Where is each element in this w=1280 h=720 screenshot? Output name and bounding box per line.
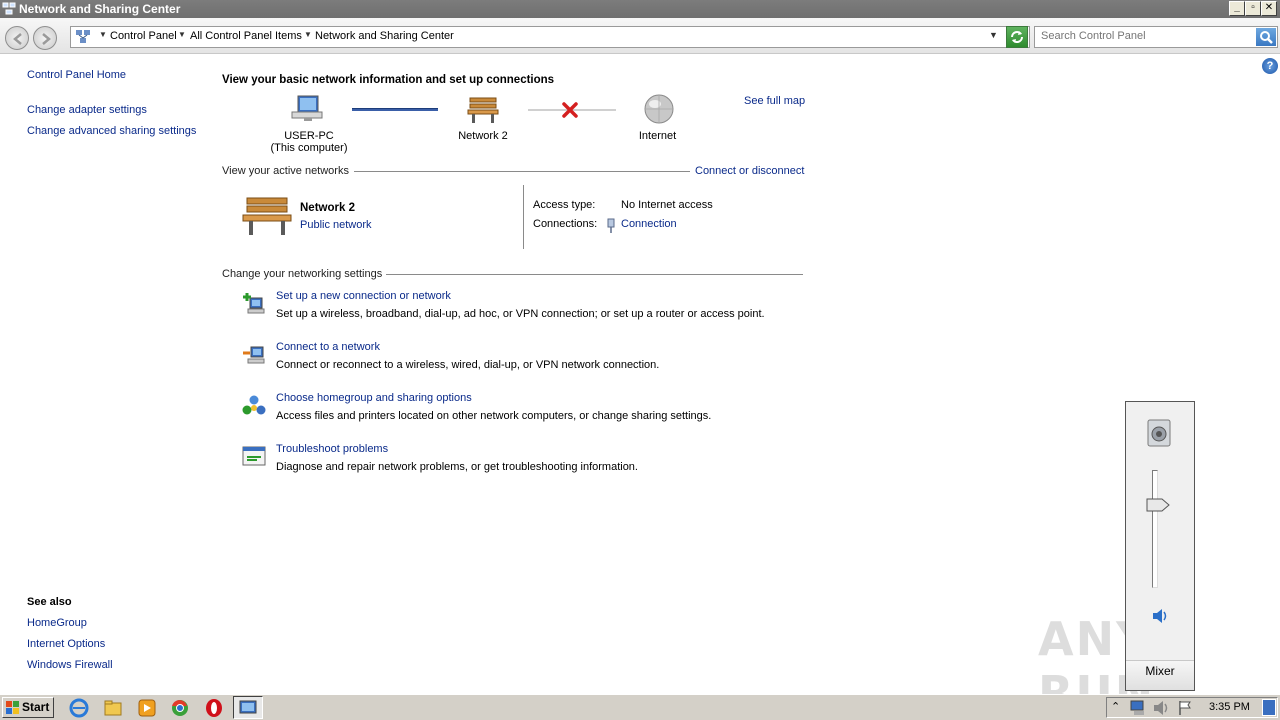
setup-connection-link[interactable]: Set up a new connection or network	[276, 290, 451, 302]
access-type-value: No Internet access	[621, 199, 713, 211]
search-icon	[1260, 31, 1273, 44]
crumb-all-items[interactable]: All Control Panel Items	[190, 30, 302, 42]
chevron-right-icon[interactable]: ▼	[178, 30, 186, 39]
minimize-button[interactable]: _	[1229, 1, 1245, 16]
help-icon[interactable]: ?	[1262, 58, 1278, 74]
address-toolbar: ▼ Control Panel ▼ All Control Panel Item…	[0, 18, 1280, 54]
close-button[interactable]: ✕	[1261, 1, 1277, 16]
taskbar: Start ⌃ 3:35 PM	[0, 694, 1280, 720]
file-explorer-icon[interactable]	[103, 698, 123, 718]
control-panel-icon	[76, 30, 90, 43]
homegroup-link[interactable]: HomeGroup	[27, 617, 87, 629]
networking-settings-heading: Change your networking settings	[222, 268, 383, 280]
restore-button[interactable]: ▫	[1245, 1, 1261, 16]
see-full-map-link[interactable]: See full map	[744, 95, 805, 107]
bench-icon	[242, 197, 292, 235]
chevron-down-icon[interactable]: ▼	[989, 30, 998, 40]
network-center-icon	[2, 2, 16, 15]
chevron-up-icon[interactable]: ⌃	[1111, 700, 1120, 713]
network-tray-icon[interactable]	[1129, 700, 1147, 716]
crumb-control-panel[interactable]: Control Panel	[110, 30, 177, 42]
volume-tray-icon[interactable]	[1153, 700, 1169, 716]
start-label: Start	[22, 700, 50, 714]
show-desktop-button[interactable]	[1262, 699, 1276, 716]
troubleshoot-description: Diagnose and repair network problems, or…	[276, 461, 638, 473]
internet-options-link[interactable]: Internet Options	[27, 638, 105, 650]
volume-popup: Mixer	[1125, 401, 1195, 691]
crumb-network-center[interactable]: Network and Sharing Center	[315, 30, 454, 42]
window-title: Network and Sharing Center	[19, 2, 181, 16]
system-tray: ⌃	[1106, 697, 1278, 718]
chevron-right-icon[interactable]: ▼	[99, 30, 107, 39]
new-connection-icon[interactable]	[242, 292, 266, 316]
disconnected-x-icon	[562, 102, 578, 118]
action-center-flag-icon[interactable]	[1177, 700, 1193, 716]
forward-button[interactable]	[33, 26, 57, 50]
back-arrow-icon	[13, 33, 22, 45]
search-button[interactable]	[1256, 28, 1276, 46]
troubleshoot-link[interactable]: Troubleshoot problems	[276, 443, 388, 455]
speaker-mute-icon[interactable]	[1152, 608, 1168, 624]
connect-to-network-link[interactable]: Connect to a network	[276, 341, 380, 353]
media-player-icon[interactable]	[137, 698, 157, 718]
chevron-right-icon[interactable]: ▼	[304, 30, 312, 39]
search-input[interactable]	[1041, 30, 1251, 42]
homegroup-icon[interactable]	[242, 394, 266, 418]
volume-slider-track[interactable]	[1152, 470, 1158, 588]
taskbar-network-center[interactable]	[233, 696, 263, 719]
divider	[386, 274, 803, 275]
connection-line	[352, 108, 438, 111]
forward-arrow-icon	[42, 33, 51, 45]
computer-name: USER-PC	[284, 130, 334, 142]
change-advanced-sharing-link[interactable]: Change advanced sharing settings	[27, 125, 196, 137]
divider	[354, 171, 690, 172]
see-also-heading: See also	[27, 596, 72, 608]
homegroup-sharing-description: Access files and printers located on oth…	[276, 410, 712, 422]
refresh-button[interactable]	[1006, 26, 1028, 48]
clock[interactable]: 3:35 PM	[1209, 701, 1250, 713]
windows-logo-icon	[6, 701, 19, 714]
network-center-icon	[239, 700, 257, 714]
start-button[interactable]: Start	[2, 697, 54, 718]
bench-icon[interactable]	[466, 95, 500, 125]
back-button[interactable]	[5, 26, 29, 50]
speaker-device-icon[interactable]	[1144, 418, 1174, 448]
search-field[interactable]	[1034, 26, 1278, 48]
computer-icon[interactable]	[290, 94, 324, 124]
network-type-link[interactable]: Public network	[300, 219, 372, 231]
active-network-name: Network 2	[300, 202, 355, 214]
change-adapter-settings-link[interactable]: Change adapter settings	[27, 104, 147, 116]
computer-node[interactable]: USER-PC (This computer)	[262, 130, 356, 154]
breadcrumb[interactable]: ▼ Control Panel ▼ All Control Panel Item…	[70, 26, 1030, 48]
mixer-button[interactable]: Mixer	[1126, 660, 1194, 690]
homegroup-sharing-link[interactable]: Choose homegroup and sharing options	[276, 392, 472, 404]
active-networks-heading: View your active networks	[222, 165, 349, 177]
divider	[523, 185, 524, 249]
internet-node-label[interactable]: Internet	[630, 130, 685, 142]
network-node-label[interactable]: Network 2	[438, 130, 528, 142]
connect-or-disconnect-link[interactable]: Connect or disconnect	[695, 165, 804, 177]
connect-network-icon[interactable]	[242, 343, 266, 367]
control-panel-home-link[interactable]: Control Panel Home	[27, 69, 126, 81]
setup-connection-description: Set up a wireless, broadband, dial-up, a…	[276, 308, 765, 320]
page-title: View your basic network information and …	[222, 74, 555, 86]
opera-icon[interactable]	[204, 698, 224, 718]
title-bar: Network and Sharing Center _ ▫ ✕	[0, 0, 1280, 18]
connection-link[interactable]: Connection	[621, 218, 677, 230]
volume-slider-thumb[interactable]	[1146, 498, 1170, 512]
troubleshoot-icon[interactable]	[242, 445, 266, 469]
chrome-icon[interactable]	[170, 698, 190, 718]
computer-subtitle: (This computer)	[270, 142, 348, 154]
refresh-icon	[1011, 31, 1023, 43]
access-type-label: Access type:	[533, 199, 596, 211]
windows-firewall-link[interactable]: Windows Firewall	[27, 659, 113, 671]
globe-icon[interactable]	[642, 93, 676, 125]
ethernet-icon	[607, 218, 615, 233]
connect-to-network-description: Connect or reconnect to a wireless, wire…	[276, 359, 660, 371]
internet-explorer-icon[interactable]	[69, 698, 89, 718]
connections-label: Connections:	[533, 218, 598, 230]
